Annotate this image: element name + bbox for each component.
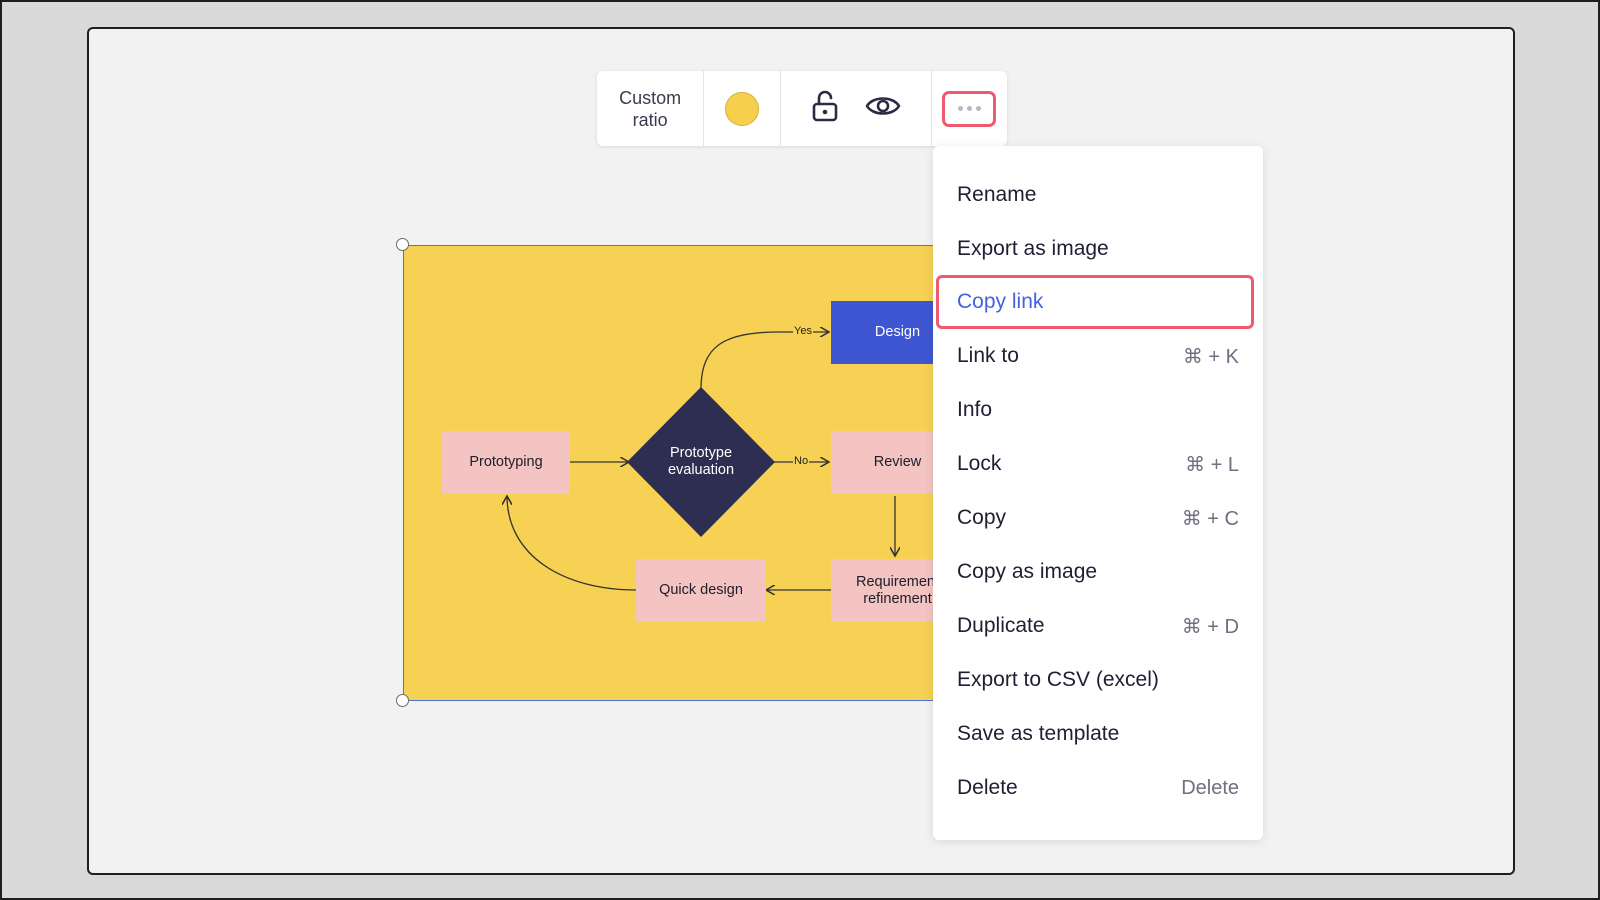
node-prototyping-label: Prototyping xyxy=(469,454,543,470)
color-swatch xyxy=(724,91,759,126)
menu-item-shortcut: ⌘ + D xyxy=(1181,615,1239,638)
resize-handle-top-left[interactable] xyxy=(396,238,409,251)
eye-icon[interactable] xyxy=(865,94,901,123)
menu-item-lock[interactable]: Lock ⌘ + L xyxy=(933,437,1263,491)
edge-label-no: No xyxy=(793,455,810,467)
menu-item-shortcut: ⌘ + L xyxy=(1185,453,1239,476)
menu-item-label: Rename xyxy=(957,183,1037,206)
toolbar-icon-group xyxy=(781,71,932,146)
menu-item-link-to[interactable]: Link to ⌘ + K xyxy=(933,329,1263,383)
custom-ratio-button[interactable]: Custom ratio xyxy=(597,71,705,146)
more-options-button[interactable] xyxy=(942,90,997,127)
menu-item-save-as-template[interactable]: Save as template xyxy=(933,707,1263,761)
more-options-cell xyxy=(932,71,1007,146)
evaluation-label-line1: Prototype xyxy=(669,445,733,461)
menu-item-shortcut: ⌘ + K xyxy=(1182,345,1239,368)
menu-item-label: Copy link xyxy=(957,290,1044,313)
menu-item-label: Export to CSV (excel) xyxy=(957,668,1159,691)
node-quick-design[interactable]: Quick design xyxy=(636,559,766,622)
context-menu: Rename Export as image Copy link Link to… xyxy=(933,146,1263,840)
menu-item-export-to-csv[interactable]: Export to CSV (excel) xyxy=(933,653,1263,707)
ratio-label-line2: ratio xyxy=(632,109,668,130)
node-prototype-evaluation[interactable]: Prototype evaluation xyxy=(646,444,756,480)
ratio-label-line1: Custom xyxy=(619,87,682,108)
frame-color-button[interactable] xyxy=(704,71,781,146)
menu-item-shortcut: Delete xyxy=(1181,776,1239,799)
menu-item-copy[interactable]: Copy ⌘ + C xyxy=(933,491,1263,545)
node-review-label: Review xyxy=(873,454,922,470)
node-design-label: Design xyxy=(874,324,921,340)
menu-item-label: Save as template xyxy=(957,722,1120,745)
more-icon xyxy=(957,106,963,111)
unlock-icon[interactable] xyxy=(811,89,839,128)
menu-item-label: Link to xyxy=(957,344,1019,367)
menu-item-duplicate[interactable]: Duplicate ⌘ + D xyxy=(933,599,1263,653)
resize-handle-bottom-left[interactable] xyxy=(396,694,409,707)
menu-item-export-as-image[interactable]: Export as image xyxy=(933,222,1263,276)
menu-item-delete[interactable]: Delete Delete xyxy=(933,761,1263,815)
menu-item-label: Delete xyxy=(957,776,1018,799)
requirement-label-line2: refinement xyxy=(863,590,932,607)
evaluation-label-line2: evaluation xyxy=(667,462,735,478)
menu-item-rename[interactable]: Rename xyxy=(933,168,1263,222)
menu-item-copy-link[interactable]: Copy link xyxy=(936,275,1254,329)
frame-toolbar: Custom ratio xyxy=(597,71,1007,146)
requirement-label-line1: Requirement xyxy=(855,573,939,590)
menu-item-label: Copy xyxy=(957,506,1007,529)
menu-item-label: Export as image xyxy=(957,237,1109,260)
menu-item-label: Lock xyxy=(957,452,1002,475)
selected-frame[interactable]: Prototyping Prototype evaluation Design … xyxy=(403,245,964,701)
node-prototyping[interactable]: Prototyping xyxy=(442,431,570,494)
menu-item-info[interactable]: Info xyxy=(933,383,1263,437)
menu-item-label: Info xyxy=(957,398,993,421)
menu-item-label: Duplicate xyxy=(957,614,1045,637)
edge-label-yes: Yes xyxy=(793,325,813,337)
menu-item-shortcut: ⌘ + C xyxy=(1181,507,1239,530)
menu-item-label: Copy as image xyxy=(957,560,1098,583)
node-quick-design-label: Quick design xyxy=(659,582,743,598)
menu-item-copy-as-image[interactable]: Copy as image xyxy=(933,545,1263,599)
